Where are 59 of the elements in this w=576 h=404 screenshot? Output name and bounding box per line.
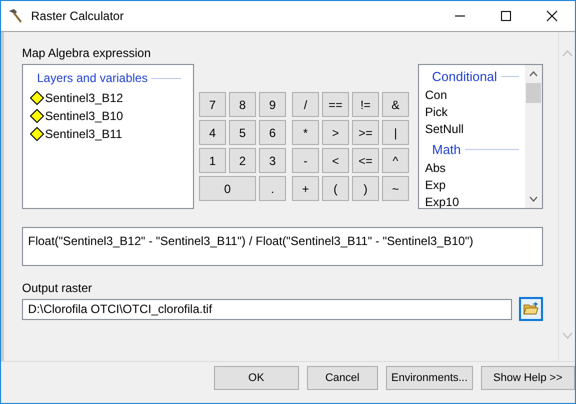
keypad-button[interactable]: 7	[199, 92, 226, 117]
maximize-icon[interactable]	[500, 10, 512, 22]
operator-button[interactable]: )	[352, 176, 379, 201]
dialog-button[interactable]: Show Help >>	[480, 366, 575, 390]
function-item[interactable]: Abs	[425, 160, 446, 177]
keypad-button[interactable]: 1	[199, 148, 226, 173]
layers-heading: Layers and variables	[37, 70, 148, 87]
output-raster-field[interactable]: D:\Clorofila OTCI\OTCI_clorofila.tif	[22, 298, 512, 320]
scroll-up-icon[interactable]	[529, 71, 538, 77]
keypad-button[interactable]: 4	[199, 120, 226, 145]
function-item[interactable]: Con	[425, 87, 448, 104]
expression-field[interactable]: Float("Sentinel3_B12" - "Sentinel3_B11") / Float("Sentinel3_B11" - "Sentinel3_B10")	[22, 227, 543, 266]
folder-icon	[523, 302, 539, 316]
group-heading: Conditional	[432, 68, 498, 86]
keypad-button[interactable]: 6	[259, 120, 286, 145]
operator-button[interactable]: ^	[382, 148, 409, 173]
operator-button[interactable]: ~	[382, 176, 409, 201]
keypad-button[interactable]: 3	[259, 148, 286, 173]
operator-button[interactable]: /	[292, 92, 319, 117]
scroll-down-icon[interactable]	[529, 196, 538, 202]
dialog-button[interactable]: OK	[214, 366, 298, 390]
function-item[interactable]: Exp	[425, 177, 446, 194]
layer-item[interactable]: Sentinel3_B11	[45, 125, 122, 143]
operator-button[interactable]: !=	[352, 92, 379, 117]
dialog-button[interactable]: Cancel	[306, 366, 378, 390]
operator-button[interactable]: <	[322, 148, 349, 173]
dialog-button[interactable]: Environments...	[386, 366, 473, 390]
operator-button[interactable]: |	[382, 120, 409, 145]
keypad-button[interactable]: 8	[229, 92, 256, 117]
operator-button[interactable]: (	[322, 176, 349, 201]
operator-button[interactable]: <=	[352, 148, 379, 173]
scroll-thumb[interactable]	[526, 83, 541, 103]
function-item[interactable]: SetNull	[425, 121, 464, 138]
diamond-icon	[30, 91, 44, 105]
close-icon[interactable]	[546, 10, 558, 22]
operator-button[interactable]: &	[382, 92, 409, 117]
layer-item[interactable]: Sentinel3_B10	[45, 107, 124, 125]
keypad-button[interactable]: 9	[259, 92, 286, 117]
hammer-icon	[7, 8, 23, 24]
keypad-button[interactable]: 2	[229, 148, 256, 173]
operator-button[interactable]: >=	[352, 120, 379, 145]
operator-button[interactable]: ==	[322, 92, 349, 117]
diamond-icon	[30, 127, 44, 141]
function-item[interactable]: Pick	[425, 104, 448, 121]
browse-button[interactable]	[519, 297, 543, 321]
operator-button[interactable]: -	[292, 148, 319, 173]
keypad-button[interactable]: 0	[199, 176, 256, 201]
output-label: Output raster	[22, 280, 94, 296]
operator-button[interactable]: +	[292, 176, 319, 201]
keypad-button[interactable]: 5	[229, 120, 256, 145]
operator-button[interactable]: *	[292, 120, 319, 145]
group-heading: Math	[432, 140, 461, 159]
operator-button[interactable]: >	[322, 120, 349, 145]
scrollbar[interactable]	[525, 65, 542, 208]
keypad-button[interactable]: .	[259, 176, 286, 201]
section-label: Map Algebra expression	[22, 45, 152, 62]
window-title: Raster Calculator	[31, 8, 124, 25]
diamond-icon	[30, 109, 44, 123]
layer-item[interactable]: Sentinel3_B12	[45, 89, 124, 107]
